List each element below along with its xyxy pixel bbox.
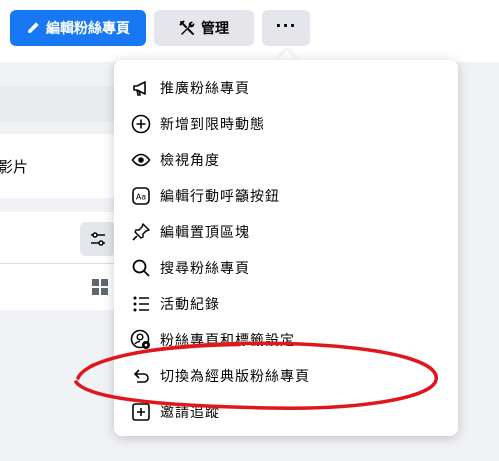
edit-page-button[interactable]: 編輯粉絲專頁 — [10, 10, 146, 46]
menu-item-switch-classic[interactable]: 切換為經典版粉絲專頁 — [114, 358, 458, 394]
divider — [0, 263, 120, 264]
menu-item-invite-follow[interactable]: 邀請追蹤 — [114, 394, 458, 430]
edit-page-label: 編輯粉絲專頁 — [46, 21, 130, 37]
settings-user-icon — [128, 327, 154, 353]
menu-item-edit-cta-button[interactable]: Aa 編輯行動呼籲按鈕 — [114, 178, 458, 214]
pencil-icon — [28, 22, 39, 33]
plus-square-icon — [128, 399, 154, 425]
undo-arrow-icon — [128, 363, 154, 389]
plus-circle-icon — [128, 111, 154, 137]
menu-item-promote-page[interactable]: 推廣粉絲專頁 — [114, 70, 458, 106]
tools-icon — [179, 20, 195, 35]
menu-item-search-page[interactable]: 搜尋粉絲專頁 — [114, 250, 458, 286]
menu-item-label: 新增到限時動態 — [160, 117, 265, 133]
menu-item-label: 檢視角度 — [160, 153, 220, 169]
menu-item-label: 推廣粉絲專頁 — [160, 81, 250, 97]
more-dots-icon: ··· — [275, 16, 297, 35]
videos-tab-partial: 影片 — [0, 158, 29, 176]
manage-label: 管理 — [201, 21, 229, 37]
megaphone-icon — [128, 75, 154, 101]
eye-icon — [128, 147, 154, 173]
aa-button-icon: Aa — [128, 183, 154, 209]
filter-button[interactable] — [80, 222, 116, 256]
menu-item-label: 編輯置頂區塊 — [160, 225, 250, 241]
menu-item-view-as[interactable]: 檢視角度 — [114, 142, 458, 178]
svg-text:Aa: Aa — [136, 193, 146, 202]
menu-item-edit-pinned-section[interactable]: 編輯置頂區塊 — [114, 214, 458, 250]
filter-icon — [91, 232, 105, 246]
more-options-menu: 推廣粉絲專頁 新增到限時動態 檢視角度 Aa 編輯行動呼籲按鈕 編輯置頂區塊 搜… — [114, 60, 458, 436]
list-icon — [128, 291, 154, 317]
menu-item-label: 邀請追蹤 — [160, 405, 220, 421]
menu-item-label: 活動紀錄 — [160, 297, 220, 313]
menu-item-add-to-story[interactable]: 新增到限時動態 — [114, 106, 458, 142]
menu-item-label: 編輯行動呼籲按鈕 — [160, 189, 280, 205]
pin-icon — [128, 219, 154, 245]
manage-button[interactable]: 管理 — [154, 10, 254, 46]
menu-item-page-tag-settings[interactable]: 粉絲專頁和標籤設定 — [114, 322, 458, 358]
menu-item-label: 粉絲專頁和標籤設定 — [160, 333, 295, 349]
menu-item-label: 切換為經典版粉絲專頁 — [160, 369, 310, 385]
more-options-button[interactable]: ··· — [262, 10, 310, 46]
background-bar — [0, 86, 120, 122]
search-icon — [128, 255, 154, 281]
grid-view-icon[interactable] — [92, 279, 108, 295]
menu-item-activity-log[interactable]: 活動紀錄 — [114, 286, 458, 322]
menu-item-label: 搜尋粉絲專頁 — [160, 261, 250, 277]
